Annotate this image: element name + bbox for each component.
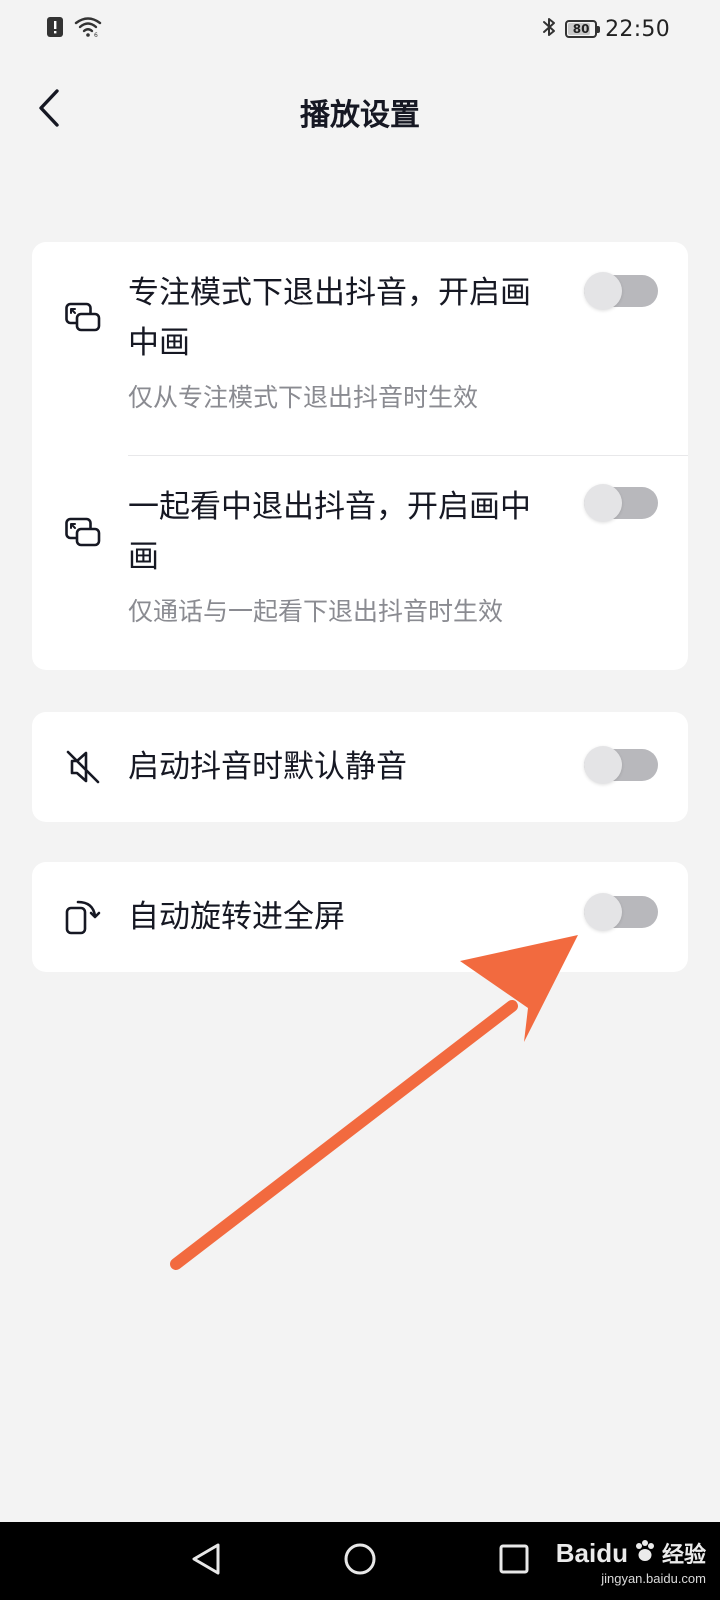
setting-subtitle: 仅通话与一起看下退出抖音时生效 xyxy=(128,597,504,626)
rotate-screen-icon xyxy=(64,898,102,936)
status-left: 6 xyxy=(46,16,102,42)
setting-title: 一起看中退出抖音，开启画中画 xyxy=(128,489,531,575)
watermark-brand-cn: 经验 xyxy=(661,1543,706,1568)
mute-settings-card: 启动抖音时默认静音 xyxy=(32,712,688,822)
battery-icon: 80 xyxy=(565,20,601,38)
status-right: 80 22:50 xyxy=(541,16,670,42)
battery-level: 80 xyxy=(572,22,590,36)
page-title: 播放设置 xyxy=(300,98,420,133)
bluetooth-icon xyxy=(541,16,557,42)
pip-focus-toggle[interactable] xyxy=(584,272,658,310)
default-mute-toggle[interactable] xyxy=(584,746,658,784)
rotate-settings-card: 自动旋转进全屏 xyxy=(32,862,688,972)
pip-icon xyxy=(64,298,102,336)
recents-square-icon xyxy=(498,1543,530,1579)
back-triangle-icon xyxy=(190,1542,222,1580)
pip-watch-together-toggle[interactable] xyxy=(584,484,658,522)
toggle-knob xyxy=(584,272,622,310)
auto-rotate-toggle[interactable] xyxy=(584,893,658,931)
paw-icon xyxy=(632,1538,658,1568)
setting-row-pip-focus: 专注模式下退出抖音，开启画中画 仅从专注模式下退出抖音时生效 xyxy=(32,242,688,452)
setting-title: 自动旋转进全屏 xyxy=(128,899,345,935)
home-circle-icon xyxy=(343,1542,377,1580)
nav-recents-button[interactable] xyxy=(494,1541,534,1581)
pip-icon xyxy=(64,513,102,551)
toggle-knob xyxy=(584,893,622,931)
setting-subtitle: 仅从专注模式下退出抖音时生效 xyxy=(128,383,479,412)
baidu-jingyan-watermark: Baidu 经验 jingyan.baidu.com xyxy=(556,1537,706,1587)
setting-title: 专注模式下退出抖音，开启画中画 xyxy=(128,275,531,361)
svg-text:6: 6 xyxy=(94,32,98,38)
setting-row-default-mute: 启动抖音时默认静音 xyxy=(32,712,688,822)
pip-settings-card: 专注模式下退出抖音，开启画中画 仅从专注模式下退出抖音时生效 一起看中退出抖音，… xyxy=(32,242,688,670)
setting-title: 启动抖音时默认静音 xyxy=(128,749,407,785)
mute-icon xyxy=(64,748,102,786)
toggle-knob xyxy=(584,484,622,522)
system-nav-bar: Baidu 经验 jingyan.baidu.com xyxy=(0,1522,720,1600)
wifi-icon: 6 xyxy=(74,16,102,42)
header: 播放设置 xyxy=(0,72,720,148)
setting-row-auto-rotate: 自动旋转进全屏 xyxy=(32,862,688,972)
setting-row-pip-watch-together: 一起看中退出抖音，开启画中画 仅通话与一起看下退出抖音时生效 xyxy=(32,456,688,670)
watermark-url: jingyan.baidu.com xyxy=(601,1571,706,1586)
nav-back-button[interactable] xyxy=(186,1541,226,1581)
watermark-logo: Baidu 经验 xyxy=(556,1537,706,1569)
alert-icon xyxy=(46,16,64,42)
nav-home-button[interactable] xyxy=(340,1541,380,1581)
status-time: 22:50 xyxy=(605,16,670,42)
status-bar: 6 80 22:50 xyxy=(0,0,720,62)
toggle-knob xyxy=(584,746,622,784)
watermark-brand: Baidu xyxy=(555,1537,628,1568)
